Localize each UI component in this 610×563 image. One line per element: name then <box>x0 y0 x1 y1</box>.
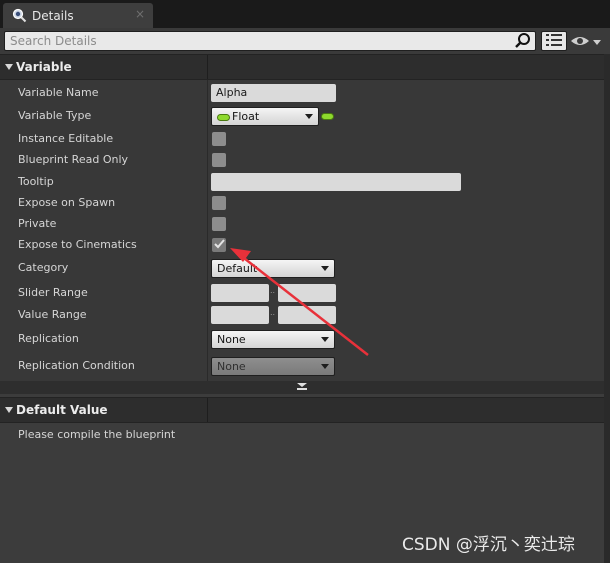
collapse-arrow-icon <box>5 64 13 70</box>
replication-dropdown[interactable]: None <box>211 330 335 349</box>
chevron-down-icon <box>321 337 329 342</box>
property-row-variable-name: Variable Name Alpha <box>0 83 604 103</box>
chevron-down-icon <box>593 36 601 49</box>
chevron-down-icon <box>305 114 313 119</box>
replication-condition-dropdown: None <box>211 357 335 376</box>
property-label: Private <box>18 217 57 230</box>
container-type-icon[interactable] <box>321 113 334 120</box>
column-divider <box>207 398 208 422</box>
search-row: Search Details <box>0 28 610 54</box>
property-row-variable-type: Variable Type Float <box>0 106 604 126</box>
property-label: Expose on Spawn <box>18 196 116 209</box>
chevron-down-icon <box>321 266 329 271</box>
private-checkbox[interactable] <box>212 217 226 231</box>
property-row-value-range: Value Range .. <box>0 305 604 325</box>
property-row-tooltip: Tooltip <box>0 172 604 192</box>
slider-range-max-input[interactable] <box>278 284 336 302</box>
advanced-expand-button[interactable] <box>0 381 604 394</box>
property-row-replication-condition: Replication Condition None <box>0 356 604 376</box>
variable-type-value: Float <box>232 110 260 123</box>
property-row-category: Category Default <box>0 258 604 278</box>
variable-type-dropdown[interactable]: Float <box>211 107 319 126</box>
variable-property-list: Variable Name Alpha Variable Type Float … <box>0 80 604 381</box>
checkmark-icon <box>213 238 225 252</box>
tooltip-input[interactable] <box>211 173 461 191</box>
property-label: Instance Editable <box>18 132 114 145</box>
magnifier-details-icon <box>11 8 27 24</box>
property-label: Blueprint Read Only <box>18 153 129 166</box>
category-value: Default <box>217 262 258 275</box>
value-range-max-input[interactable] <box>278 306 336 324</box>
float-pin-icon <box>217 113 230 121</box>
property-row-expose-to-cinematics: Expose to Cinematics <box>0 235 604 255</box>
blueprint-read-only-checkbox[interactable] <box>212 153 226 167</box>
property-row-private: Private <box>0 214 604 234</box>
property-label: Expose to Cinematics <box>18 238 137 251</box>
property-row-instance-editable: Instance Editable <box>0 129 604 149</box>
property-label: Variable Type <box>18 109 92 122</box>
replication-condition-value: None <box>217 360 246 373</box>
tab-details[interactable]: Details × <box>3 3 153 28</box>
chevron-down-icon <box>321 364 329 369</box>
range-separator: .. <box>270 286 276 295</box>
range-separator: .. <box>270 308 276 317</box>
property-matrix-button[interactable] <box>541 31 567 51</box>
property-label: Category <box>18 261 69 274</box>
instance-editable-checkbox[interactable] <box>212 132 226 146</box>
property-label: Replication <box>18 332 79 345</box>
category-header-variable[interactable]: Variable <box>0 54 604 80</box>
expose-on-spawn-checkbox[interactable] <box>212 196 226 210</box>
compile-message: Please compile the blueprint <box>18 428 176 441</box>
value-range-min-input[interactable] <box>211 306 269 324</box>
expand-arrows-icon <box>296 381 308 394</box>
property-label: Tooltip <box>18 175 54 188</box>
property-label: Replication Condition <box>18 359 135 372</box>
category-title: Default Value <box>16 403 108 417</box>
variable-name-input[interactable]: Alpha <box>211 84 336 102</box>
tab-label: Details <box>32 8 74 23</box>
column-divider <box>207 55 208 79</box>
expose-to-cinematics-checkbox[interactable] <box>212 238 226 252</box>
search-input[interactable]: Search Details <box>4 31 536 51</box>
property-row-expose-on-spawn: Expose on Spawn <box>0 193 604 213</box>
close-icon[interactable]: × <box>135 7 145 21</box>
eye-icon <box>570 35 590 50</box>
category-header-default-value[interactable]: Default Value <box>0 397 604 423</box>
property-label: Variable Name <box>18 86 99 99</box>
collapse-arrow-icon <box>5 407 13 413</box>
slider-range-min-input[interactable] <box>211 284 269 302</box>
category-title: Variable <box>16 60 72 74</box>
property-row-replication: Replication None <box>0 329 604 349</box>
watermark-text: CSDN @浮沉丶奕辻琮 <box>402 535 575 555</box>
details-panel: Variable Variable Name Alpha Variable Ty… <box>0 54 604 563</box>
category-dropdown[interactable]: Default <box>211 259 335 278</box>
list-view-icon <box>546 33 562 50</box>
property-row-slider-range: Slider Range .. <box>0 283 604 303</box>
tab-bar: Details × <box>0 0 610 28</box>
view-options-button[interactable] <box>570 34 604 50</box>
property-label: Slider Range <box>18 286 88 299</box>
property-row-blueprint-read-only: Blueprint Read Only <box>0 150 604 170</box>
property-label: Value Range <box>18 308 87 321</box>
replication-value: None <box>217 333 246 346</box>
vertical-scrollbar[interactable] <box>604 54 610 563</box>
